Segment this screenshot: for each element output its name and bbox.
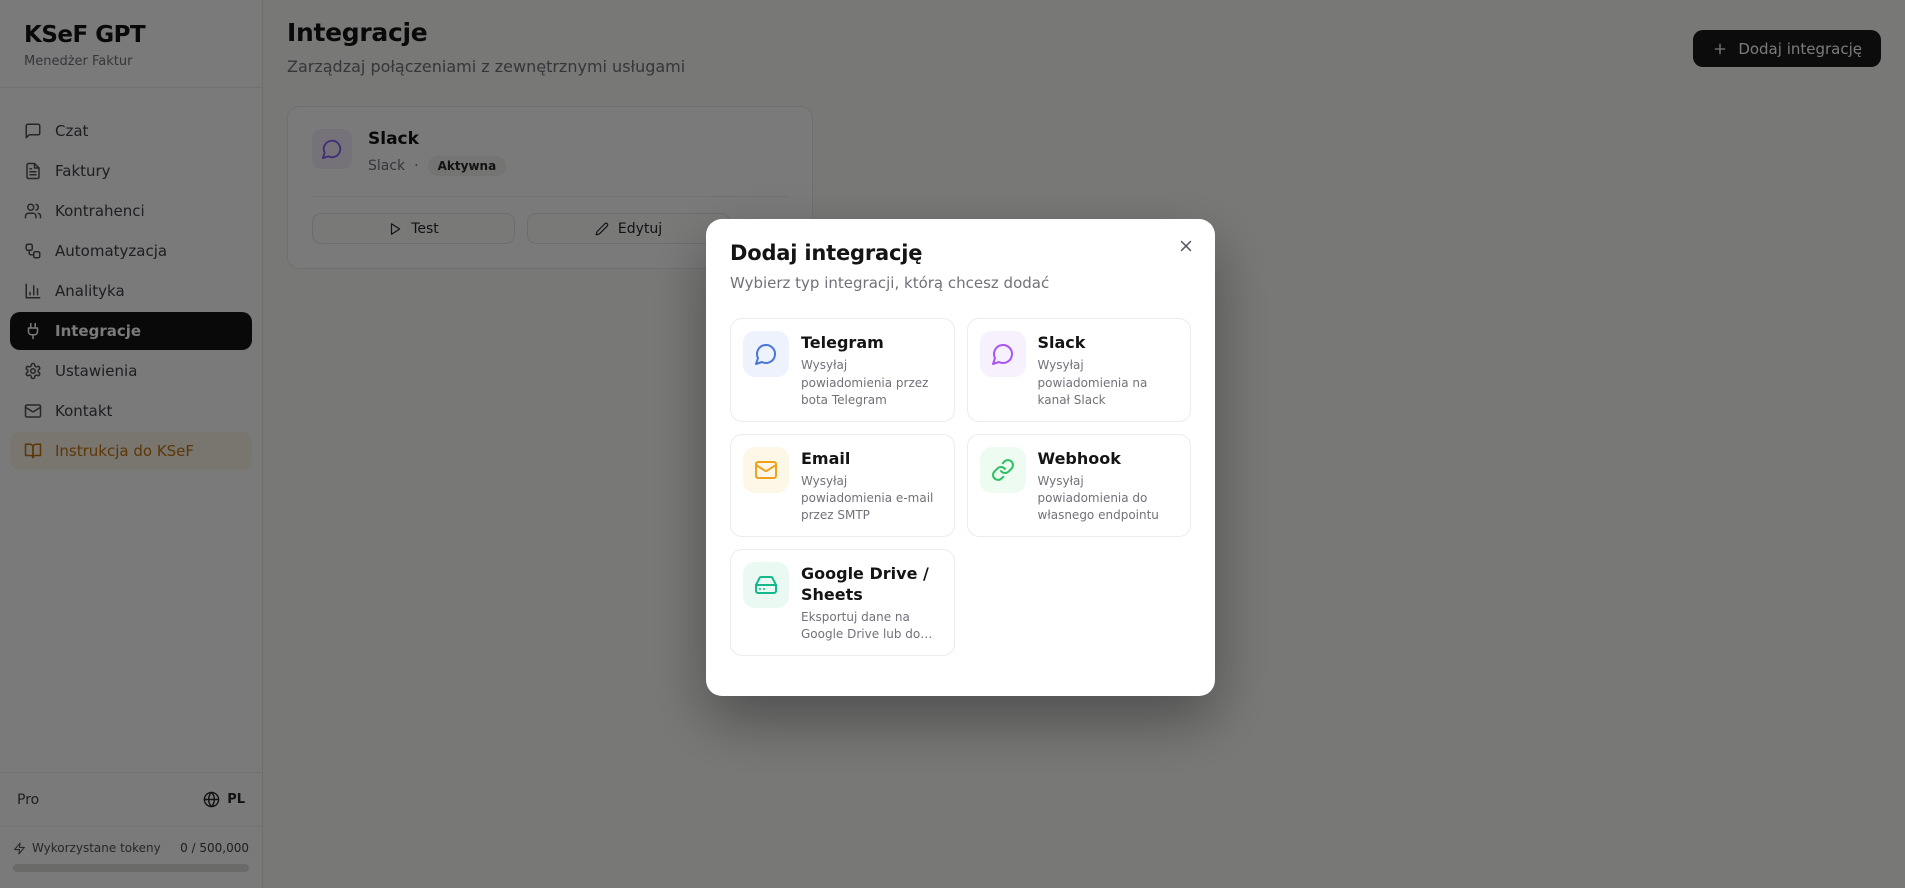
option-text: Slack Wysyłaj powiadomienia na kanał Sla… <box>1038 331 1179 409</box>
option-description: Wysyłaj powiadomienia do własnego endpoi… <box>1037 474 1159 523</box>
option-description: Wysyłaj powiadomienia e-mail przez SMTP <box>801 474 934 523</box>
modal-title: Dodaj integrację <box>730 241 923 265</box>
chat-bubble-icon <box>979 331 1026 377</box>
option-webhook[interactable]: Webhook Wysyłaj powiadomienia do własneg… <box>966 433 1191 538</box>
option-title: Email <box>801 448 851 468</box>
option-telegram[interactable]: Telegram Wysyłaj powiadomienia przez bot… <box>730 318 955 422</box>
option-description: Wysyłaj powiadomienia przez bota Telegra… <box>801 358 929 407</box>
envelope-icon <box>743 446 789 493</box>
hard-drive-icon <box>743 562 789 609</box>
modal-subtitle: Wybierz typ integracji, którą chcesz dod… <box>730 274 1050 292</box>
option-text: Telegram Wysyłaj powiadomienia przez bot… <box>801 331 942 409</box>
option-email[interactable]: Email Wysyłaj powiadomienia e-mail przez… <box>730 433 955 538</box>
option-title: Webhook <box>1037 448 1121 468</box>
option-title: Telegram <box>801 333 884 352</box>
option-text: Email Wysyłaj powiadomienia e-mail przez… <box>801 447 942 525</box>
option-title: Slack <box>1037 333 1086 352</box>
integration-options-grid: Telegram Wysyłaj powiadomienia przez bot… <box>730 318 1191 657</box>
chat-bubble-icon <box>743 331 789 377</box>
link-icon <box>979 446 1026 493</box>
add-integration-modal: Dodaj integrację Wybierz typ integracji,… <box>706 219 1215 697</box>
option-description: Wysyłaj powiadomienia na kanał Slack <box>1037 358 1148 407</box>
option-title: Google Drive / Sheets <box>801 564 929 604</box>
option-text: Google Drive / Sheets Eksportuj dane na … <box>801 562 942 643</box>
option-description: Eksportuj dane na Google Drive lub do… <box>801 610 933 642</box>
close-icon <box>1180 240 1192 252</box>
option-google-drive[interactable]: Google Drive / Sheets Eksportuj dane na … <box>730 549 955 657</box>
option-slack[interactable]: Slack Wysyłaj powiadomienia na kanał Sla… <box>966 318 1191 422</box>
close-button[interactable] <box>1173 233 1199 259</box>
option-text: Webhook Wysyłaj powiadomienia do własneg… <box>1038 447 1179 525</box>
